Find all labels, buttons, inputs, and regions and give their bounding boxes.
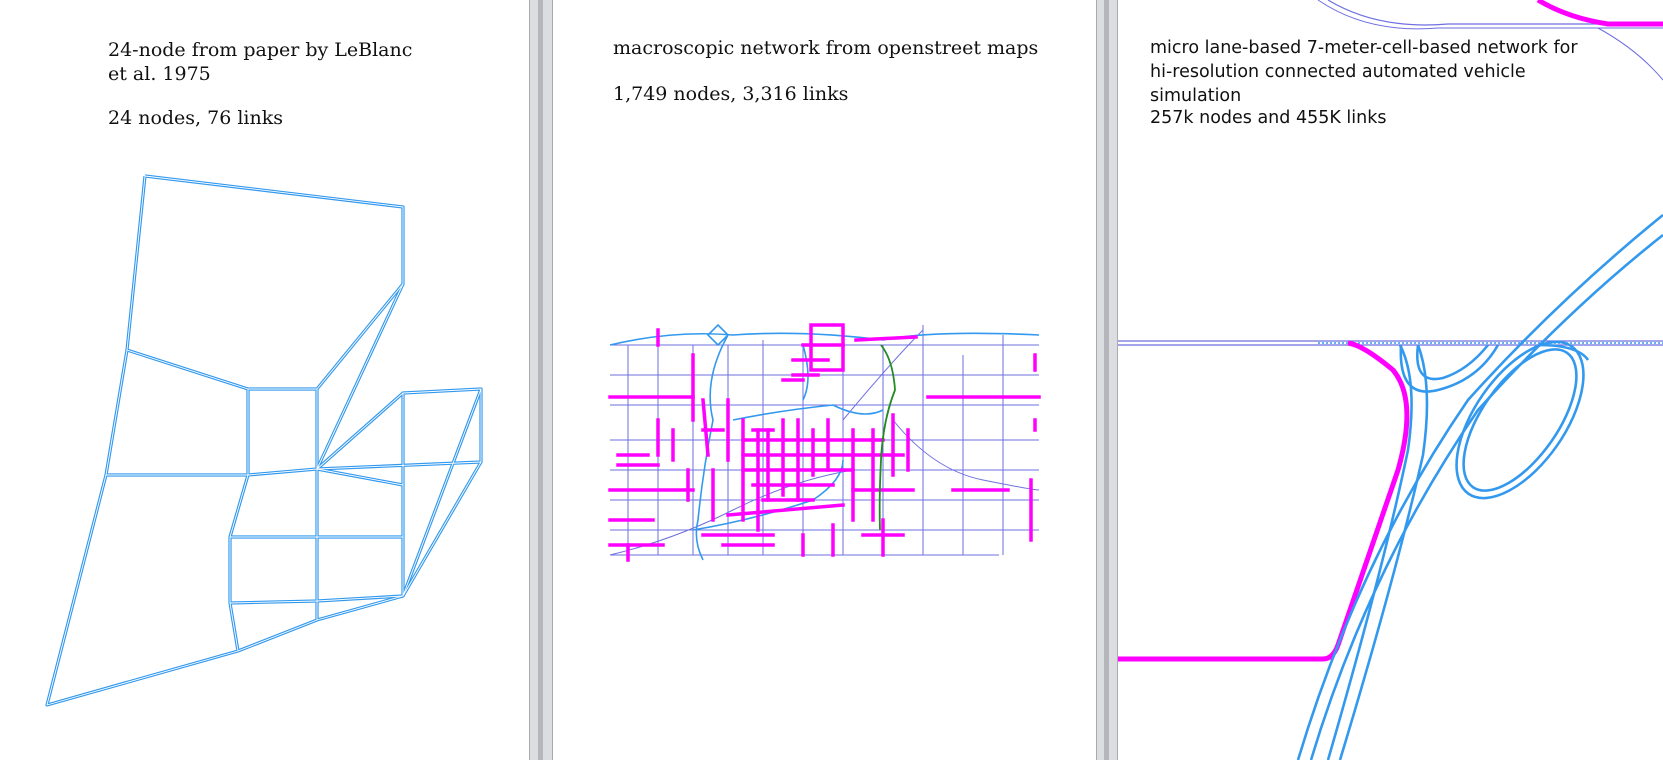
panel-micro-network: micro lane-based 7-meter-cell-based netw… — [1118, 0, 1663, 760]
arterial-road — [1118, 340, 1663, 346]
osm-network-map — [608, 323, 1041, 562]
interchange-ramps — [1296, 213, 1663, 760]
splitter-handle[interactable] — [1104, 0, 1109, 760]
major-roads — [608, 323, 1041, 562]
panel-splitter[interactable] — [529, 0, 553, 760]
leblanc-network-graph — [45, 174, 483, 707]
magenta-ramp — [1118, 340, 1410, 662]
panel-osm-network: macroscopic network from openstreet maps… — [553, 0, 1096, 760]
splitter-handle[interactable] — [538, 0, 543, 760]
panel-splitter[interactable] — [1096, 0, 1118, 760]
panel-leblanc-network: 24-node from paper by LeBlanc et al. 197… — [0, 0, 529, 760]
highway-top — [1317, 0, 1663, 81]
micro-network-map — [1118, 0, 1663, 760]
